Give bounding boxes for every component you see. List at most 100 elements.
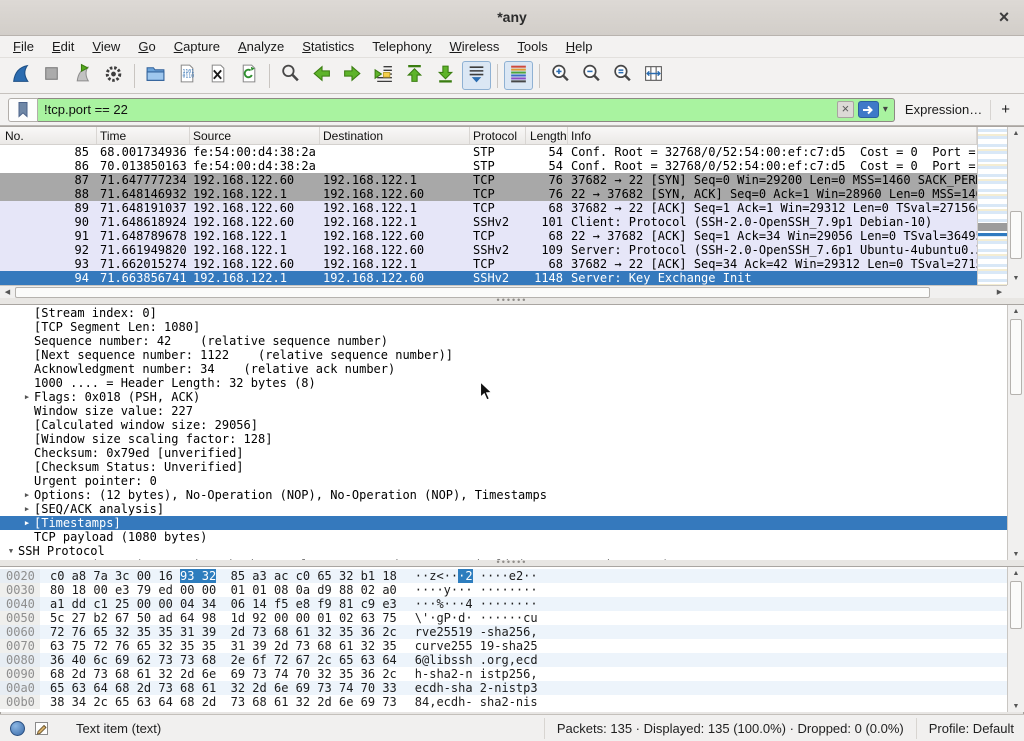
detail-line[interactable]: [Checksum Status: Unverified] [0,460,1007,474]
hex-row[interactable]: 00505c 27 b2 67 50 ad 64 98 1d 92 00 00 … [0,611,1007,625]
detail-line[interactable]: TCP payload (1080 bytes) [0,530,1007,544]
auto-scroll-button[interactable] [462,61,491,90]
zoom-out-button[interactable] [577,61,606,90]
column-header-info[interactable]: Info [568,127,977,144]
file-reload-button[interactable] [234,61,263,90]
expand-icon[interactable]: ▶ [20,488,34,502]
packet-row[interactable]: 8971.648191037192.168.122.60192.168.122.… [0,201,977,215]
column-header-protocol[interactable]: Protocol [470,127,526,144]
go-last-button[interactable] [431,61,460,90]
vscroll-thumb[interactable] [1010,211,1022,259]
hex-row[interactable]: 00a065 63 64 68 2d 73 68 61 32 2d 6e 69 … [0,681,1007,695]
vscroll-thumb[interactable] [1010,319,1022,395]
scroll-down-icon[interactable]: ▼ [1008,548,1024,560]
menu-tools[interactable]: Tools [508,37,556,56]
capture-start-button[interactable] [6,61,35,90]
detail-line[interactable]: [TCP Segment Len: 1080] [0,320,1007,334]
collapse-icon[interactable]: ▼ [4,544,18,558]
packet-row[interactable]: 9371.662015274192.168.122.60192.168.122.… [0,257,977,271]
detail-line[interactable]: Sequence number: 42 (relative sequence n… [0,334,1007,348]
file-save-button[interactable]: 11010110 [172,61,201,90]
zoom-in-button[interactable] [546,61,575,90]
packet-row[interactable]: 9071.648618924192.168.122.60192.168.122.… [0,215,977,229]
detail-line[interactable]: Checksum: 0x79ed [unverified] [0,446,1007,460]
scroll-down-icon[interactable]: ▼ [1008,700,1024,712]
column-header-source[interactable]: Source [190,127,320,144]
hex-row[interactable]: 008036 40 6c 69 62 73 73 68 2e 6f 72 67 … [0,653,1007,667]
menu-edit[interactable]: Edit [43,37,83,56]
detail-line[interactable]: Urgent pointer: 0 [0,474,1007,488]
detail-line[interactable]: [Calculated window size: 29056] [0,418,1007,432]
packet-row[interactable]: 8568.001734936fe:54:00:d4:38:2aSTP54Conf… [0,145,977,159]
go-forward-button[interactable] [338,61,367,90]
filter-apply-button[interactable] [858,101,879,118]
hex-row[interactable]: 003080 18 00 e3 79 ed 00 00 01 01 08 0a … [0,583,1007,597]
packet-list-vscrollbar[interactable]: ▲ ▼ [1007,127,1024,285]
hex-row[interactable]: 0020c0 a8 7a 3c 00 16 93 32 85 a3 ac c0 … [0,569,1007,583]
file-open-button[interactable] [141,61,170,90]
detail-line[interactable]: Acknowledgment number: 34 (relative ack … [0,362,1007,376]
filter-add-button[interactable]: + [990,100,1016,120]
detail-line[interactable]: ▶[SEQ/ACK analysis] [0,502,1007,516]
detail-line[interactable]: Window size value: 227 [0,404,1007,418]
go-to-packet-button[interactable] [369,61,398,90]
menu-statistics[interactable]: Statistics [293,37,363,56]
menu-help[interactable]: Help [557,37,602,56]
detail-line[interactable]: [Next sequence number: 1122 (relative se… [0,348,1007,362]
scroll-up-icon[interactable]: ▲ [1008,567,1024,580]
menu-file[interactable]: File [4,37,43,56]
scroll-up-icon[interactable]: ▲ [1008,127,1024,140]
hex-row[interactable]: 00b038 34 2c 65 63 64 68 2d 73 68 61 32 … [0,695,1007,709]
capture-comment-icon[interactable] [34,720,50,736]
zoom-original-button[interactable] [608,61,637,90]
menu-telephony[interactable]: Telephony [363,37,440,56]
column-header-destination[interactable]: Destination [320,127,470,144]
vscroll-thumb[interactable] [1010,581,1022,629]
go-back-button[interactable] [307,61,336,90]
go-first-button[interactable] [400,61,429,90]
packet-row[interactable]: 8771.647777234192.168.122.60192.168.122.… [0,173,977,187]
hscroll-thumb[interactable] [15,287,930,298]
expand-icon[interactable]: ▶ [20,502,34,516]
packet-row[interactable]: 9471.663856741192.168.122.1192.168.122.6… [0,271,977,285]
detail-line[interactable]: ▼SSH Protocol [0,544,1007,558]
detail-line[interactable]: 1000 .... = Header Length: 32 bytes (8) [0,376,1007,390]
menu-view[interactable]: View [83,37,129,56]
column-header-no[interactable]: No. [0,127,97,144]
expression-button[interactable]: Expression… [895,102,990,117]
find-packet-button[interactable] [276,61,305,90]
capture-stop-button[interactable] [37,61,66,90]
packet-row[interactable]: 8871.648146932192.168.122.1192.168.122.6… [0,187,977,201]
detail-line[interactable]: ▶[Timestamps] [0,516,1007,530]
detail-line[interactable]: ▶Flags: 0x018 (PSH, ACK) [0,390,1007,404]
hex-row[interactable]: 007063 75 72 76 65 32 35 35 31 39 2d 73 … [0,639,1007,653]
colorize-button[interactable] [504,61,533,90]
detail-line[interactable]: [Stream index: 0] [0,306,1007,320]
detail-line[interactable]: ▶Options: (12 bytes), No-Operation (NOP)… [0,488,1007,502]
filter-bookmark-button[interactable] [8,98,38,122]
scroll-up-icon[interactable]: ▲ [1008,305,1024,318]
file-close-button[interactable] [203,61,232,90]
scroll-down-icon[interactable]: ▼ [1008,272,1024,285]
menu-wireless[interactable]: Wireless [441,37,509,56]
expand-icon[interactable]: ▶ [20,516,34,530]
expand-icon[interactable]: ▶ [20,390,34,404]
filter-history-dropdown[interactable]: ▾ [883,104,894,115]
column-header-time[interactable]: Time [97,127,190,144]
close-window-button[interactable]: × [993,7,1015,29]
bytes-vscrollbar[interactable]: ▲ ▼ [1007,567,1024,712]
hex-row[interactable]: 0040a1 dd c1 25 00 00 04 34 06 14 f5 e8 … [0,597,1007,611]
profile-text[interactable]: Profile: Default [916,718,1014,739]
detail-line[interactable]: [Window size scaling factor: 128] [0,432,1007,446]
expert-info-icon[interactable] [10,721,25,736]
details-vscrollbar[interactable]: ▲ ▼ [1007,305,1024,560]
hex-row[interactable]: 006072 76 65 32 35 35 31 39 2d 73 68 61 … [0,625,1007,639]
menu-go[interactable]: Go [129,37,164,56]
column-header-length[interactable]: Length [526,127,568,144]
capture-restart-button[interactable] [68,61,97,90]
menu-capture[interactable]: Capture [165,37,229,56]
resize-columns-button[interactable] [639,61,668,90]
hex-row[interactable]: 009068 2d 73 68 61 32 2d 6e 69 73 74 70 … [0,667,1007,681]
menu-analyze[interactable]: Analyze [229,37,293,56]
packet-row[interactable]: 8670.013850163fe:54:00:d4:38:2aSTP54Conf… [0,159,977,173]
